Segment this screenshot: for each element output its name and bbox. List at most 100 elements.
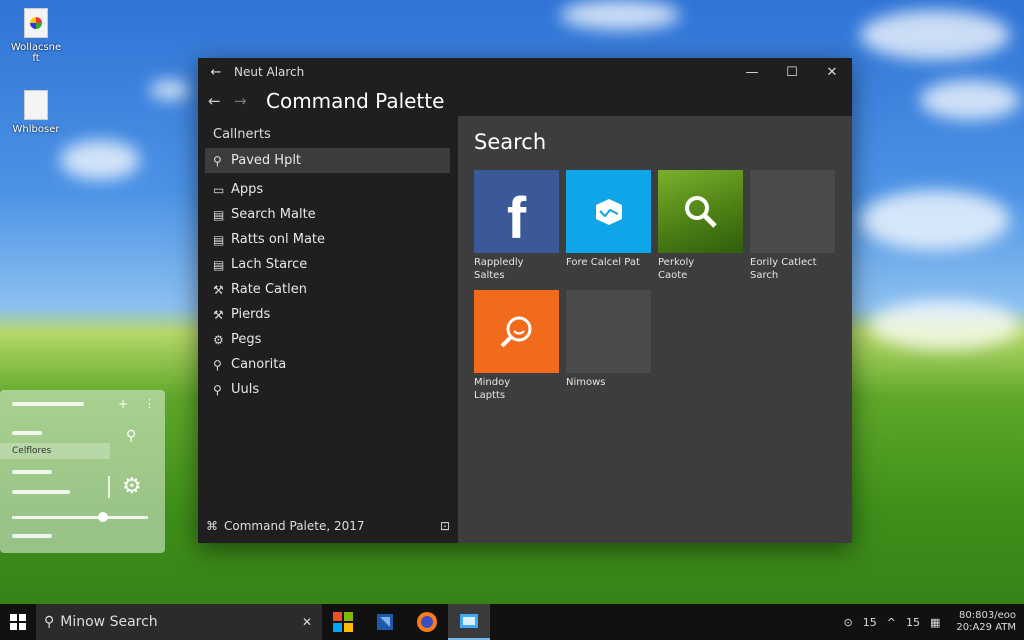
slider-track[interactable] (12, 516, 148, 519)
sidebar-item-uuls[interactable]: ⚲ Uuls (198, 377, 458, 402)
widget-bar (12, 431, 42, 435)
tile-square (566, 290, 651, 373)
cloud (920, 80, 1020, 120)
document-icon (24, 90, 48, 120)
cloud (60, 140, 140, 180)
taskbar-app-command-palette[interactable] (448, 604, 490, 640)
widget-bar (12, 470, 52, 474)
back-arrow-icon[interactable]: ← (198, 65, 234, 80)
chevron-up-icon[interactable]: ^ (887, 616, 896, 629)
widget-divider (108, 476, 110, 498)
facebook-icon: f (506, 185, 527, 251)
more-icon[interactable]: ⋮ (144, 397, 155, 410)
forward-arrow-icon[interactable]: → (234, 92, 260, 110)
network-icon[interactable]: ▦ (930, 616, 940, 629)
slider-thumb[interactable] (98, 512, 108, 522)
sidebar-item-pegs[interactable]: ⚙ Pegs (198, 327, 458, 352)
back-arrow-icon[interactable]: ← (208, 92, 234, 110)
taskbar-app-store[interactable] (322, 604, 364, 640)
desktop-icon-2[interactable]: Whlboser (6, 90, 66, 135)
cloud (560, 0, 680, 30)
sidebar-item-search-malte[interactable]: ▤ Search Malte (198, 202, 458, 227)
sidebar-item-apps[interactable]: ▭ Apps (198, 177, 458, 202)
desktop-icon-label: Whlboser (12, 124, 60, 135)
header-bar: ← → Command Palette (198, 86, 852, 116)
gear-icon[interactable]: ⚙ (122, 474, 142, 499)
sidebar-item-label: Pierds (231, 307, 271, 322)
tile-eorily-catlect-sarch[interactable]: Eorily Catlect Sarch (750, 170, 835, 282)
sidebar-item-label: Pegs (231, 332, 262, 347)
sidebar-item-label: Apps (231, 182, 264, 197)
tile-square (566, 170, 651, 253)
windows-logo-icon (10, 614, 26, 630)
command-palette-window: ← Neut Alarch — ☐ ✕ ← → Command Palette … (198, 58, 852, 543)
taskbar-app-firefox[interactable] (406, 604, 448, 640)
clock-icon[interactable]: ⊙ (844, 616, 853, 629)
start-button[interactable] (0, 604, 36, 640)
sidebar-item-label: Search Malte (231, 207, 316, 222)
tile-mindoy-laptts[interactable]: Mindoy Laptts (474, 290, 559, 402)
search-icon (500, 316, 531, 347)
minimize-button[interactable]: — (732, 65, 772, 80)
tile-rappledly-saltes[interactable]: f Rappledly Saltes (474, 170, 559, 282)
palette-icon: ⌘ (206, 519, 218, 533)
palette-app-icon (460, 614, 478, 628)
tile-nimows[interactable]: Nimows (566, 290, 651, 389)
list-icon: ▤ (213, 207, 225, 222)
desktop-icon-1[interactable]: Wollacsne ft (6, 8, 66, 64)
sidebar-item-paved-hplt[interactable]: ⚲ Paved Hplt (205, 148, 450, 173)
floating-control-widget: + ⋮ ⚲ Celflores ⚙ (0, 390, 165, 553)
tile-perkoly-caote[interactable]: Perkoly Caote (658, 170, 743, 282)
tile-label: Nimows (566, 377, 606, 388)
close-button[interactable]: ✕ (812, 65, 852, 80)
sidebar-item-label: Lach Starce (231, 257, 308, 272)
search-icon: ⚲ (213, 357, 222, 372)
window-title: Neut Alarch (234, 65, 305, 79)
taskbar-app-files[interactable] (364, 604, 406, 640)
cloud (860, 10, 1010, 60)
wrench-icon: ⚒ (213, 307, 224, 322)
box-icon (595, 198, 622, 225)
expand-icon[interactable]: ⊡ (440, 519, 450, 533)
sidebar-item-ratts-onl-mate[interactable]: ▤ Ratts onl Mate (198, 227, 458, 252)
clock-line-2: 20:A29 ATM (956, 622, 1016, 633)
list-icon: ▤ (213, 232, 225, 247)
store-icon (333, 612, 353, 632)
cloud (870, 300, 1020, 350)
sidebar-item-label: Rate Catlen (231, 282, 307, 297)
tray-number: 15 (905, 615, 920, 629)
title-bar: ← Neut Alarch — ☐ ✕ (198, 58, 852, 86)
search-panel: Search f Rappledly Saltes Fore Calcel Pa… (458, 116, 852, 543)
system-tray: ⊙ 15 ^ 15 ▦ 80:803/eoo 20:A29 ATM (844, 610, 1024, 634)
tray-number: 15 (862, 615, 877, 629)
search-icon: ⚲ (213, 382, 222, 397)
wrench-icon: ⚒ (213, 282, 224, 297)
sidebar-item-label: Uuls (231, 382, 260, 397)
tile-fore-calcel-pat[interactable]: Fore Calcel Pat (566, 170, 651, 269)
sidebar-item-label: Ratts onl Mate (231, 232, 326, 247)
sidebar-item-lach-starce[interactable]: ▤ Lach Starce (198, 252, 458, 277)
clock[interactable]: 80:803/eoo 20:A29 ATM (956, 610, 1016, 634)
tile-square (658, 170, 743, 253)
taskbar-search-box[interactable]: ⚲ Minow Search ✕ (36, 604, 322, 640)
sidebar-item-rate-catlen[interactable]: ⚒ Rate Catlen (198, 277, 458, 302)
taskbar-search-text: Minow Search (60, 614, 158, 630)
tile-square (474, 290, 559, 373)
sidebar-item-canorita[interactable]: ⚲ Canorita (198, 352, 458, 377)
taskbar: ⚲ Minow Search ✕ ⊙ 15 ^ 15 ▦ 80:803/eoo … (0, 604, 1024, 640)
sidebar-item-pierds[interactable]: ⚒ Pierds (198, 302, 458, 327)
cloud (150, 80, 190, 100)
plus-icon[interactable]: + (118, 397, 128, 411)
desktop-icon-label: Wollacsne ft (10, 42, 62, 64)
tile-square (750, 170, 835, 253)
page-title: Command Palette (266, 89, 445, 113)
panel-title: Search (474, 130, 547, 154)
sidebar: Callnerts ⚲ Paved Hplt ▭ Apps ▤ Search M… (198, 116, 458, 543)
list-icon: ▤ (213, 257, 225, 272)
tile-label: Rappledly Saltes (474, 257, 524, 281)
maximize-button[interactable]: ☐ (772, 65, 812, 80)
main-content: Search f Rappledly Saltes Fore Calcel Pa… (458, 116, 852, 543)
sidebar-section-title: Callnerts (213, 127, 271, 142)
close-icon[interactable]: ✕ (292, 615, 322, 629)
search-icon[interactable]: ⚲ (126, 428, 136, 444)
